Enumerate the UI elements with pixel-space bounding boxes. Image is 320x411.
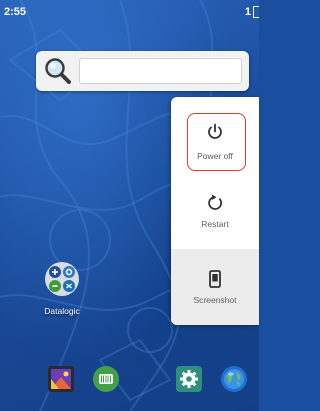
status-bar: 2:55 1 [0, 0, 259, 24]
power-off-button[interactable]: Power off [171, 97, 259, 173]
search-widget[interactable] [36, 51, 249, 91]
battery-icon [253, 6, 259, 18]
screenshot-button[interactable]: Screenshot [171, 249, 259, 325]
screenshot-icon [209, 270, 221, 288]
screenshot-label: Screenshot [193, 295, 237, 305]
gallery-icon[interactable] [47, 365, 75, 393]
power-off-label: Power off [197, 151, 233, 161]
restart-button[interactable]: Restart [171, 173, 259, 249]
power-icon [208, 123, 222, 139]
restart-icon [208, 194, 223, 210]
status-time: 2:55 [4, 6, 27, 18]
barcode-scanner-icon[interactable] [92, 365, 120, 393]
settings-icon[interactable] [175, 365, 203, 393]
search-input[interactable] [79, 58, 242, 84]
browser-globe-icon[interactable] [220, 365, 248, 393]
datalogic-app[interactable]: Datalogic [28, 258, 96, 320]
power-menu: Power off Restart Screenshot [171, 97, 259, 325]
search-icon[interactable] [42, 55, 74, 87]
datalogic-icon[interactable] [44, 261, 80, 297]
datalogic-label: Datalogic [44, 306, 80, 316]
status-notification-count: 1 [244, 6, 251, 18]
restart-label: Restart [201, 219, 229, 229]
